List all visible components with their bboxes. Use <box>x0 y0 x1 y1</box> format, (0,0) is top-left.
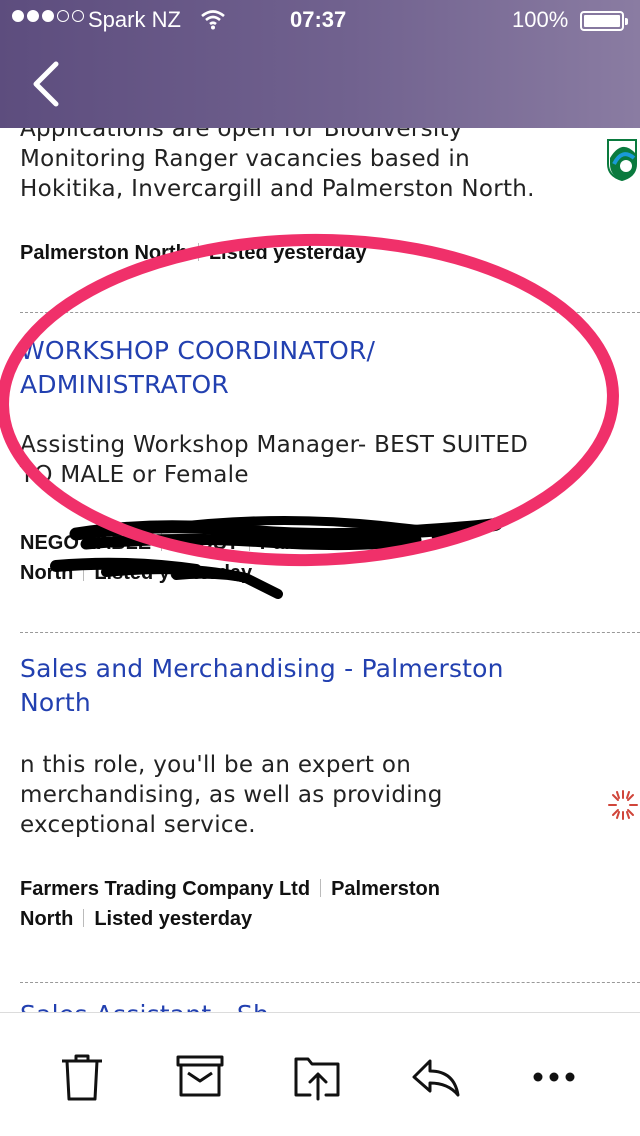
status-time: 07:37 <box>290 7 347 32</box>
listing-meta: Farmers Trading Company Ltd Palmerston No… <box>20 878 440 930</box>
listing-description: n this role, you'll be an expert on merc… <box>20 752 443 838</box>
listing-description: Assisting Workshop Manager- BEST SUITED … <box>20 432 529 488</box>
list-divider <box>20 312 640 313</box>
list-item[interactable]: Sales and Merchandising - Palmerston Nor… <box>0 652 640 934</box>
move-to-folder-icon[interactable] <box>292 1051 344 1103</box>
list-divider <box>20 632 640 633</box>
carrier-name: Spark NZ <box>88 7 181 32</box>
listing-meta: NEGOTIABLE TRUST Palmerston North Listed ye… <box>20 532 369 584</box>
list-divider <box>20 982 640 983</box>
listing-title[interactable]: Sales and Merchandising - Palmerston Nor… <box>0 652 640 720</box>
trash-icon[interactable] <box>56 1051 108 1103</box>
listing-title[interactable]: WORKSHOP COORDINATOR/ ADMINISTRATOR <box>0 334 640 402</box>
more-icon[interactable] <box>528 1051 580 1103</box>
header-bar: Spark NZ 07:37 100% <box>0 0 640 128</box>
listing-title[interactable]: Sales Assistant - Sh <box>0 998 640 1012</box>
archive-icon[interactable] <box>174 1051 226 1103</box>
department-of-conservation-logo-icon <box>607 139 637 182</box>
listing-description: Applications are open for Biodiversity M… <box>20 128 535 202</box>
farmers-logo-icon <box>608 790 638 820</box>
battery-icon <box>580 11 628 31</box>
job-listings-list: Applications are open for Biodiversity M… <box>0 128 640 1012</box>
signal-strength-icon <box>12 10 84 22</box>
list-item[interactable]: Applications are open for Biodiversity M… <box>0 128 640 268</box>
battery-percent: 100% <box>512 7 569 32</box>
reply-icon[interactable] <box>410 1051 462 1103</box>
wifi-icon <box>201 10 225 30</box>
status-bar: Spark NZ 07:37 100% <box>0 0 640 40</box>
bottom-toolbar <box>0 1012 640 1136</box>
list-item[interactable]: WORKSHOP COORDINATOR/ ADMINISTRATOR Assi… <box>0 334 640 588</box>
listing-meta: Palmerston North Listed yesterday <box>20 242 367 264</box>
back-chevron-icon[interactable] <box>28 58 68 110</box>
list-item[interactable]: Sales Assistant - Sh <box>0 998 640 1012</box>
